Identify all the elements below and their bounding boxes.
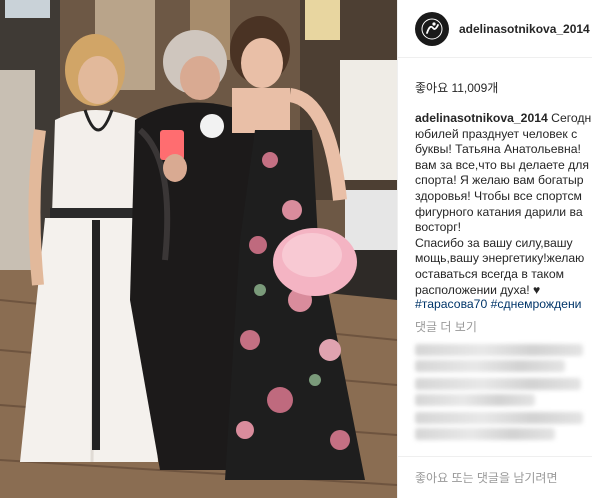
blurred-comment <box>415 378 581 390</box>
blurred-comment <box>415 428 555 440</box>
post-header: adelinasotnikova_2014 <box>398 0 592 58</box>
blurred-comment <box>415 360 565 372</box>
post-sidebar: adelinasotnikova_2014 좋아요 11,009개 adelin… <box>397 0 592 498</box>
avatar[interactable] <box>415 11 449 46</box>
post-photo[interactable] <box>0 0 397 498</box>
caption-text: Сегодн юбилей празднует человек с буквы!… <box>415 111 592 297</box>
likes-count[interactable]: 좋아요 11,009개 <box>415 79 498 96</box>
comment-prompt[interactable]: 좋아요 또는 댓글을 남기려면 <box>415 469 557 486</box>
comment-bar[interactable]: 좋아요 또는 댓글을 남기려면 <box>398 456 592 498</box>
caption-hashtags[interactable]: #тарасова70 #сднемрождени <box>415 297 592 311</box>
photo-illustration <box>0 0 397 498</box>
blurred-comment <box>415 394 535 406</box>
blurred-comment <box>415 412 583 424</box>
post-caption: adelinasotnikova_2014 Сегодн юбилей праз… <box>415 111 592 317</box>
blurred-comment <box>415 344 583 356</box>
post-username[interactable]: adelinasotnikova_2014 <box>459 22 590 36</box>
caption-username[interactable]: adelinasotnikova_2014 <box>415 111 548 125</box>
more-comments-link[interactable]: 댓글 더 보기 <box>415 318 477 335</box>
skater-logo-icon <box>421 18 443 39</box>
